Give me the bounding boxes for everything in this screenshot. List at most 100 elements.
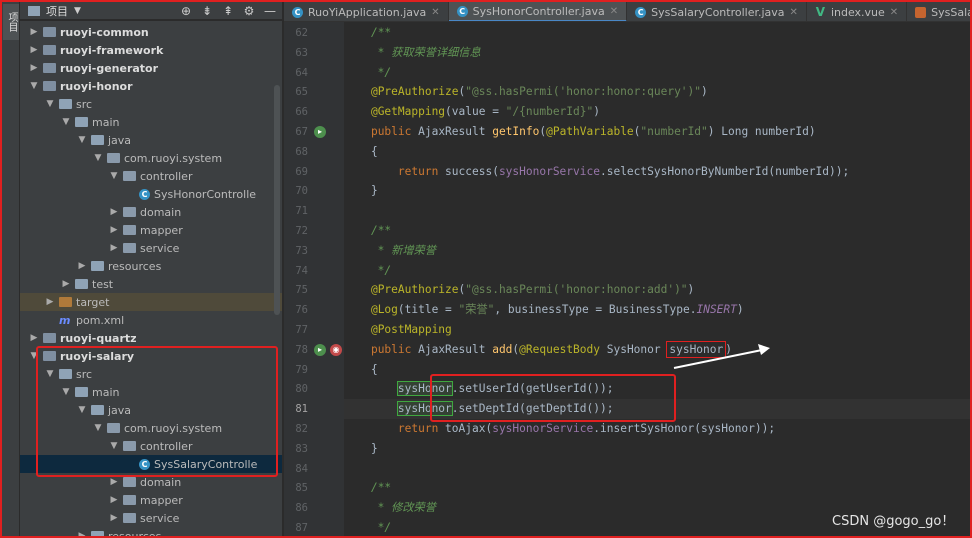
chevron-right-icon[interactable]: ▶ — [28, 63, 40, 73]
code-line[interactable] — [344, 201, 970, 221]
code-line[interactable]: @PostMapping — [344, 320, 970, 340]
tree-scrollbar[interactable] — [274, 85, 280, 315]
code-line[interactable]: * 获取荣誉详细信息 — [344, 43, 970, 63]
chevron-right-icon[interactable]: ▶ — [108, 513, 120, 523]
tree-item[interactable]: ▶ ruoyi-framework — [20, 41, 282, 59]
chevron-right-icon[interactable]: ▶ — [108, 495, 120, 505]
tree-item[interactable]: ▶ mapper — [20, 221, 282, 239]
gutter-line[interactable]: 78 ▸ ◉ — [284, 340, 344, 360]
chevron-right-icon[interactable]: ▶ — [28, 333, 40, 343]
chevron-right-icon[interactable]: ▶ — [76, 261, 88, 271]
code-line[interactable]: @GetMapping(value = "/{numberId}") — [344, 102, 970, 122]
chevron-right-icon[interactable]: ▶ — [28, 27, 40, 37]
gutter-line[interactable]: 66 — [284, 102, 344, 122]
code-line[interactable]: public AjaxResult getInfo(@PathVariable(… — [344, 122, 970, 142]
tree-item[interactable]: ▶ ruoyi-common — [20, 23, 282, 41]
tree-item[interactable]: ▶ resources — [20, 527, 282, 536]
tree-item[interactable]: ▶ domain — [20, 203, 282, 221]
tree-item[interactable]: ▶ ruoyi-quartz — [20, 329, 282, 347]
chevron-down-icon[interactable]: ▼ — [28, 351, 40, 361]
endpoint-icon[interactable]: ▸ — [314, 343, 326, 356]
editor-tab[interactable]: C RuoYiApplication.java ✕ — [284, 2, 449, 21]
code-line[interactable]: sysHonor.setDeptId(getDeptId()); — [344, 399, 970, 420]
code-line[interactable]: /** — [344, 221, 970, 241]
gear-icon[interactable]: ⚙ — [243, 4, 255, 18]
gutter-line[interactable]: 72 — [284, 221, 344, 241]
gutter-line[interactable]: 68 — [284, 142, 344, 162]
chevron-right-icon[interactable]: ▶ — [44, 297, 56, 307]
tree-item[interactable]: ▶ domain — [20, 473, 282, 491]
tree-item[interactable]: ▼ com.ruoyi.system — [20, 419, 282, 437]
code-line[interactable] — [344, 459, 970, 479]
gutter-line[interactable]: 84 — [284, 459, 344, 479]
tree-item[interactable]: ▶ mapper — [20, 491, 282, 509]
tree-item[interactable]: ▼ src — [20, 95, 282, 113]
gutter-line[interactable]: 74 — [284, 261, 344, 281]
gutter-line[interactable]: 73 — [284, 241, 344, 261]
expand-all-icon[interactable]: ⇟ — [201, 4, 213, 18]
gutter-line[interactable]: 65 — [284, 82, 344, 102]
chevron-right-icon[interactable]: ▶ — [76, 531, 88, 536]
gutter-line[interactable]: 80 — [284, 379, 344, 399]
code-line[interactable]: } — [344, 439, 970, 459]
gutter-line[interactable]: 75 — [284, 280, 344, 300]
chevron-right-icon[interactable]: ▶ — [108, 243, 120, 253]
editor-tab[interactable]: C SysHonorController.java ✕ — [448, 2, 628, 21]
chevron-down-icon[interactable]: ▼ — [44, 99, 56, 109]
gutter-line[interactable]: 79 — [284, 360, 344, 380]
gutter-line[interactable]: 82 — [284, 419, 344, 439]
chevron-right-icon[interactable]: ▶ — [108, 477, 120, 487]
code-line[interactable]: @Log(title = "荣誉", businessType = Busine… — [344, 300, 970, 320]
code-line[interactable]: /** — [344, 23, 970, 43]
close-icon[interactable]: ✕ — [890, 7, 898, 18]
gutter-line[interactable]: 87 — [284, 518, 344, 538]
editor-tab[interactable]: Vindex.vue ✕ — [807, 2, 908, 21]
tree-item[interactable]: ▶ service — [20, 509, 282, 527]
tree-item[interactable]: ▼ controller — [20, 437, 282, 455]
gutter-line[interactable]: 62 — [284, 23, 344, 43]
gutter-line[interactable]: 86 — [284, 498, 344, 518]
code-line[interactable]: } — [344, 181, 970, 201]
gutter-line[interactable]: 70 — [284, 181, 344, 201]
gutter-line[interactable]: 71 — [284, 201, 344, 221]
tree-item[interactable]: C SysHonorControlle — [20, 185, 282, 203]
chevron-right-icon[interactable]: ▶ — [108, 225, 120, 235]
chevron-down-icon[interactable]: ▼ — [60, 117, 72, 127]
debug-icon[interactable]: ◉ — [330, 343, 342, 356]
project-panel-title[interactable]: 项目 — [46, 3, 68, 19]
gutter-line[interactable]: 77 — [284, 320, 344, 340]
tree-item[interactable]: ▶ target — [20, 293, 282, 311]
close-icon[interactable]: ✕ — [790, 7, 798, 18]
code-line[interactable]: { — [344, 142, 970, 162]
chevron-right-icon[interactable]: ▶ — [60, 279, 72, 289]
chevron-down-icon[interactable]: ▼ — [28, 81, 40, 91]
chevron-down-icon[interactable]: ▼ — [108, 171, 120, 181]
chevron-down-icon[interactable]: ▼ — [76, 135, 88, 145]
tree-item[interactable]: ▼ java — [20, 131, 282, 149]
project-tool-tab[interactable]: 项目 — [3, 4, 19, 40]
code-line[interactable]: public AjaxResult add(@RequestBody SysHo… — [344, 340, 970, 360]
editor-tab[interactable]: SysSalaryMap✕ — [907, 2, 970, 21]
tree-item[interactable]: ▼ ruoyi-honor — [20, 77, 282, 95]
code-line[interactable]: { — [344, 360, 970, 380]
gutter-line[interactable]: 67 ▸ — [284, 122, 344, 142]
chevron-down-icon[interactable]: ▼ — [108, 441, 120, 451]
chevron-down-icon[interactable]: ▼ — [92, 153, 104, 163]
tree-item[interactable]: ▶ service — [20, 239, 282, 257]
code-line[interactable]: */ — [344, 261, 970, 281]
code-editor[interactable]: /** * 获取荣誉详细信息 */ @PreAuthorize("@ss.has… — [344, 22, 970, 536]
gutter-line[interactable]: 63 — [284, 43, 344, 63]
chevron-down-icon[interactable]: ▼ — [60, 387, 72, 397]
locate-icon[interactable]: ⊕ — [180, 4, 192, 18]
code-line[interactable]: */ — [344, 63, 970, 83]
tree-item[interactable]: C SysSalaryControlle — [20, 455, 282, 473]
chevron-down-icon[interactable]: ▼ — [92, 423, 104, 433]
chevron-down-icon[interactable]: ▼ — [76, 405, 88, 415]
tree-item[interactable]: ▼ com.ruoyi.system — [20, 149, 282, 167]
tree-item[interactable]: ▼ main — [20, 113, 282, 131]
gutter-line[interactable]: 85 — [284, 478, 344, 498]
code-line[interactable]: return success(sysHonorService.selectSys… — [344, 162, 970, 182]
tree-item[interactable]: ▼ main — [20, 383, 282, 401]
gutter-line[interactable]: 69 — [284, 162, 344, 182]
close-icon[interactable]: ✕ — [431, 7, 439, 18]
